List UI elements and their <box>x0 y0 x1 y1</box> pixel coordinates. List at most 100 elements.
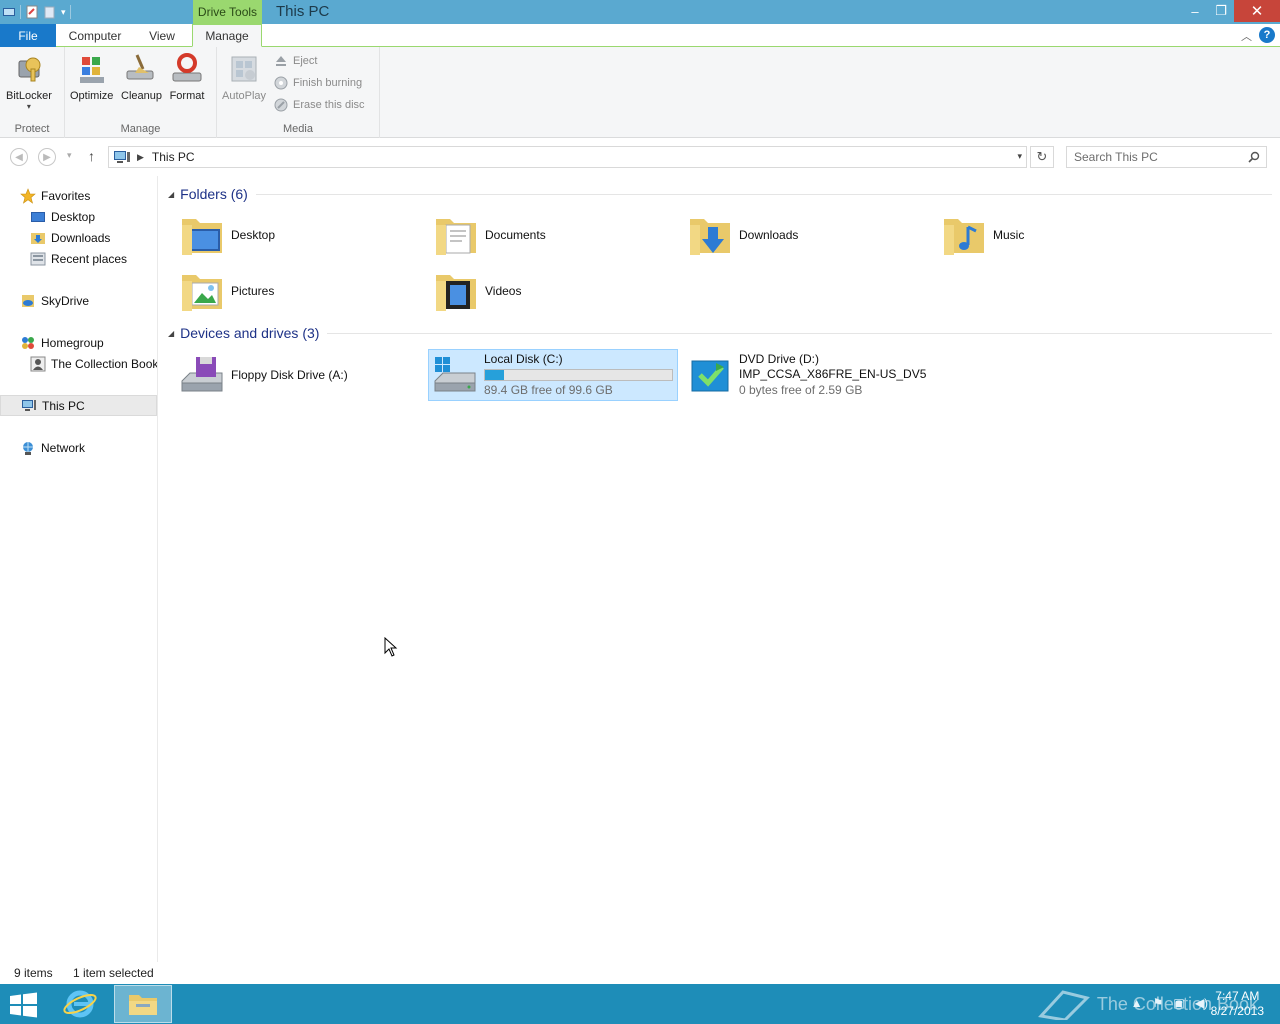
folder-name: Pictures <box>231 284 275 298</box>
drive-tile-local-disk-c[interactable]: Local Disk (C:) 89.4 GB free of 99.6 GB <box>428 349 678 401</box>
computer-icon <box>22 399 36 411</box>
minimize-button[interactable]: – <box>1182 0 1208 22</box>
nav-recent-places[interactable]: Recent places <box>0 248 157 269</box>
homegroup-icon <box>22 336 34 349</box>
recent-places-icon <box>30 252 46 265</box>
selection-count: 1 item selected <box>73 966 154 980</box>
close-button[interactable]: ✕ <box>1234 0 1280 22</box>
tab-manage[interactable]: Manage <box>192 24 262 47</box>
drives-group-header[interactable]: ◢ Devices and drives (3) <box>168 323 1272 343</box>
nav-label: Network <box>41 440 86 455</box>
folders-group-header[interactable]: ◢ Folders (6) <box>168 184 1272 204</box>
disc-erase-icon <box>274 98 288 112</box>
nav-network[interactable]: Network <box>0 437 157 458</box>
drive-free-space: 0 bytes free of 2.59 GB <box>739 383 863 397</box>
up-button[interactable]: ↑ <box>88 148 95 164</box>
cleanup-button[interactable]: Cleanup <box>121 51 162 102</box>
nav-this-pc[interactable]: This PC <box>0 395 157 416</box>
music-folder-icon <box>944 219 984 255</box>
tab-file[interactable]: File <box>0 24 56 47</box>
properties-icon[interactable] <box>25 5 39 19</box>
back-button[interactable]: ◀ <box>10 148 28 166</box>
internet-explorer-icon[interactable] <box>60 987 100 1021</box>
nav-downloads[interactable]: Downloads <box>0 227 157 248</box>
desktop-icon <box>31 211 45 222</box>
action-center-flag-icon[interactable]: ⚑ <box>1153 996 1164 1010</box>
search-icon[interactable] <box>1248 151 1260 163</box>
bitlocker-dropdown-icon[interactable]: ▾ <box>27 102 31 111</box>
qat-separator <box>69 5 71 19</box>
format-button[interactable]: Format <box>169 51 205 102</box>
erase-disc-button[interactable]: Erase this disc <box>274 95 365 115</box>
breadcrumb-this-pc[interactable]: This PC <box>152 150 195 164</box>
minimize-ribbon-icon[interactable]: ︿ <box>1241 28 1252 44</box>
nav-favorites[interactable]: Favorites <box>0 185 157 206</box>
nav-label: This PC <box>42 398 85 413</box>
window-controls: – ❐ ✕ <box>1182 0 1280 22</box>
refresh-button[interactable]: ↻ <box>1030 146 1054 168</box>
nav-label: Favorites <box>41 188 91 203</box>
folder-tile-music[interactable]: Music <box>938 209 1188 261</box>
disc-burn-icon <box>274 76 288 90</box>
qat-customize-icon[interactable]: ▾ <box>61 7 66 18</box>
collapse-triangle-icon[interactable]: ◢ <box>168 329 174 338</box>
drive-usage-bar <box>484 369 673 381</box>
restore-button[interactable]: ❐ <box>1208 0 1234 22</box>
volume-icon[interactable]: ◀) <box>1195 996 1208 1010</box>
group-label-manage: Manage <box>120 123 161 135</box>
address-dropdown-icon[interactable]: ▾ <box>1017 151 1022 162</box>
system-clock[interactable]: 7:47 AM 8/27/2013 <box>1211 989 1264 1019</box>
nav-label: Desktop <box>51 209 96 224</box>
nav-homegroup[interactable]: Homegroup <box>0 332 157 353</box>
drive-name: Local Disk (C:) <box>484 352 563 366</box>
drive-tile-dvd-d[interactable]: DVD Drive (D:) IMP_CCSA_X86FRE_EN-US_DV5… <box>684 349 934 401</box>
forward-button[interactable]: ▶ <box>38 148 56 166</box>
folder-tile-desktop[interactable]: Desktop <box>176 209 426 261</box>
eject-button[interactable]: Eject <box>274 51 317 71</box>
recent-locations-icon[interactable]: ▾ <box>67 150 72 161</box>
pictures-folder-icon <box>182 275 222 311</box>
nav-label: SkyDrive <box>41 293 90 308</box>
qat-separator <box>20 5 21 19</box>
search-input[interactable]: Search This PC <box>1066 146 1267 168</box>
drive-tile-floppy[interactable]: Floppy Disk Drive (A:) <box>176 349 426 401</box>
folder-tile-downloads[interactable]: Downloads <box>684 209 934 261</box>
group-divider <box>327 332 1272 334</box>
mouse-cursor-icon <box>384 637 398 657</box>
folder-name: Downloads <box>739 228 799 242</box>
finish-burning-button[interactable]: Finish burning <box>274 73 362 93</box>
tab-view[interactable]: View <box>140 24 184 47</box>
address-bar[interactable]: ▶ This PC ▾ <box>108 146 1027 168</box>
help-icon[interactable]: ? <box>1259 27 1275 43</box>
folder-tile-documents[interactable]: Documents <box>430 209 680 261</box>
breadcrumb-chevron-icon[interactable]: ▶ <box>137 152 144 163</box>
nav-the-collection-book[interactable]: The Collection Book <box>0 353 157 374</box>
optimize-label: Optimize <box>70 90 114 102</box>
window-icon[interactable] <box>2 5 16 19</box>
ribbon-tabs: File Computer View Manage ︿ ? <box>0 24 1280 47</box>
new-folder-icon[interactable] <box>43 5 57 19</box>
file-explorer-icon <box>129 995 157 1015</box>
autoplay-icon <box>231 56 257 82</box>
navigation-bar: ◀ ▶ ▾ ↑ ▶ This PC ▾ ↻ Search This PC <box>0 138 1280 176</box>
nav-desktop[interactable]: Desktop <box>0 206 157 227</box>
drive-tools-context-label: Drive Tools <box>193 0 262 24</box>
autoplay-button[interactable]: AutoPlay <box>222 51 266 102</box>
nav-skydrive[interactable]: SkyDrive <box>0 290 157 311</box>
folder-tile-videos[interactable]: Videos <box>430 265 680 317</box>
network-tray-icon[interactable]: ▣ <box>1173 996 1184 1010</box>
bitlocker-button[interactable]: BitLocker ▾ <box>6 51 52 111</box>
nav-label: Downloads <box>51 230 111 245</box>
folder-tile-pictures[interactable]: Pictures <box>176 265 426 317</box>
ribbon: BitLocker ▾ Protect Optimize Cleanup For… <box>0 47 1280 138</box>
collapse-triangle-icon[interactable]: ◢ <box>168 190 174 199</box>
system-tray: ▲ ⚑ ▣ ◀) <box>1131 996 1208 1010</box>
nav-label: The Collection Book <box>51 356 157 371</box>
quick-access-toolbar: ▾ <box>0 0 71 24</box>
show-hidden-icons-icon[interactable]: ▲ <box>1131 996 1143 1010</box>
folder-name: Videos <box>485 284 522 298</box>
file-explorer-taskbar-button[interactable] <box>114 985 172 1023</box>
optimize-button[interactable]: Optimize <box>70 51 113 102</box>
tab-computer[interactable]: Computer <box>60 24 130 47</box>
start-icon[interactable] <box>6 991 40 1019</box>
